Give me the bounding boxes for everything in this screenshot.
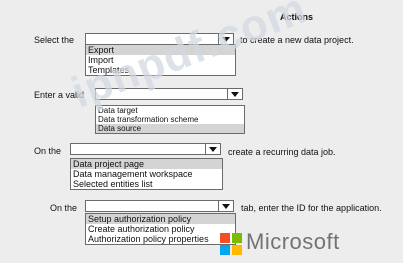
q1-option-templates[interactable]: Templates — [86, 65, 235, 75]
q2-prefix-label: Enter a valid — [34, 90, 85, 100]
q1-option-import[interactable]: Import — [86, 55, 235, 65]
q3-option-selected-entities-list[interactable]: Selected entities list — [71, 179, 222, 189]
logo-square-blue — [220, 245, 230, 255]
logo-square-green — [232, 233, 242, 243]
chevron-down-icon[interactable] — [227, 89, 242, 99]
q4-option-authorization-policy-properties[interactable]: Authorization policy properties — [86, 234, 235, 244]
q4-options-list: Setup authorization policy Create author… — [85, 213, 236, 245]
q4-dropdown[interactable] — [85, 200, 234, 212]
q1-suffix-label: to create a new data project. — [240, 35, 354, 45]
q4-prefix-label: On the — [50, 203, 78, 213]
page: Actions Select the to create a new data … — [0, 0, 403, 263]
q2-option-data-target[interactable]: Data target — [96, 106, 244, 115]
q4-option-create-authorization-policy[interactable]: Create authorization policy — [86, 224, 235, 234]
q3-option-data-management-workspace[interactable]: Data management workspace — [71, 169, 222, 179]
chevron-down-icon[interactable] — [218, 201, 233, 211]
microsoft-logo-icon — [220, 233, 242, 255]
q3-options-list: Data project page Data management worksp… — [70, 158, 223, 190]
q2-options-list: Data target Data transformation scheme D… — [95, 105, 245, 134]
q3-dropdown[interactable] — [70, 143, 221, 155]
chevron-down-icon[interactable] — [205, 144, 220, 154]
q3-prefix-label: On the — [34, 146, 62, 156]
logo-square-red — [220, 233, 230, 243]
q4-option-setup-authorization-policy[interactable]: Setup authorization policy — [86, 214, 235, 224]
q3-suffix-label: create a recurring data job. — [228, 147, 336, 157]
q1-option-export[interactable]: Export — [86, 45, 235, 55]
q2-dropdown[interactable] — [95, 88, 243, 100]
q2-option-data-transformation-scheme[interactable]: Data transformation scheme — [96, 115, 244, 124]
chevron-down-icon[interactable] — [218, 34, 233, 44]
q1-options-list: Export Import Templates — [85, 44, 236, 76]
q2-option-data-source[interactable]: Data source — [96, 124, 244, 133]
q4-suffix-label: tab, enter the ID for the application. — [241, 203, 382, 213]
q1-prefix-label: Select the — [34, 35, 75, 45]
microsoft-wordmark: Microsoft — [246, 229, 340, 254]
logo-square-yellow — [232, 245, 242, 255]
q3-option-data-project-page[interactable]: Data project page — [71, 159, 222, 169]
actions-heading: Actions — [280, 12, 314, 22]
